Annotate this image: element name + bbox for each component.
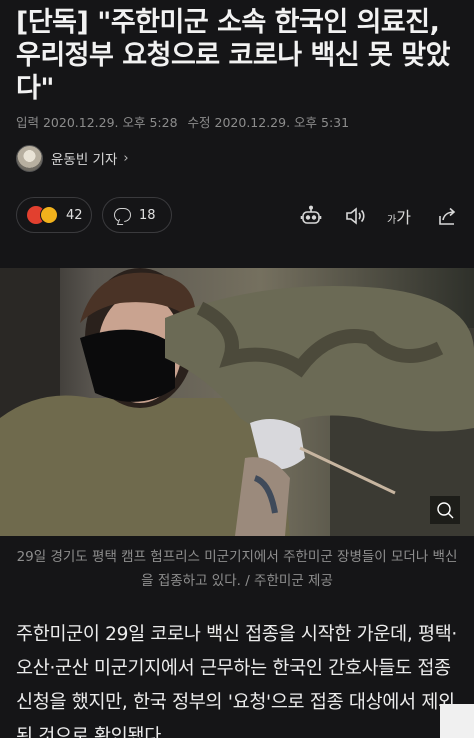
font-size-button[interactable]: 가가 [386,203,412,229]
article-timestamps: 입력 2020.12.29. 오후 5:28 수정 2020.12.29. 오후… [16,112,355,131]
angry-sad-emoji-icon [27,206,58,224]
share-button[interactable] [434,203,460,229]
reporter-link[interactable]: 윤동빈 기자 › [16,144,129,172]
input-time: 입력 2020.12.29. 오후 5:28 [16,115,178,130]
edit-time: 수정 2020.12.29. 오후 5:31 [187,115,350,130]
font-size-icon: 가가 [387,208,411,227]
comment-button[interactable]: 18 [102,197,172,233]
chevron-right-icon: › [123,150,129,166]
floating-button[interactable] [440,704,474,738]
reporter-avatar [16,144,43,172]
tts-button[interactable] [342,203,368,229]
article-body-paragraph: 주한미군이 29일 코로나 백신 접종을 시작한 가운데, 평택·오산·군산 미… [16,624,458,738]
article-photo [0,268,474,536]
reporter-name: 윤동빈 기자 [51,152,118,168]
article-headline: [단독] "주한미군 소속 한국인 의료진, 우리정부 요청으로 코로나 백신 … [16,7,450,104]
speech-bubble-icon [114,208,131,222]
article-action-bar: 42 18 가가 [16,197,462,235]
photo-caption: 29일 경기도 평택 캠프 험프리스 미군기지에서 주한미군 장병들이 모더나 … [16,549,458,589]
sad-emoji-icon [40,206,58,224]
reaction-button[interactable]: 42 [16,197,92,233]
vaccination-photo [0,268,474,536]
comment-count: 18 [139,207,156,223]
speaker-icon [346,207,365,225]
share-icon [439,207,456,225]
reaction-count: 42 [66,207,83,223]
robot-icon [300,205,322,224]
summary-bot-button[interactable] [298,203,324,229]
